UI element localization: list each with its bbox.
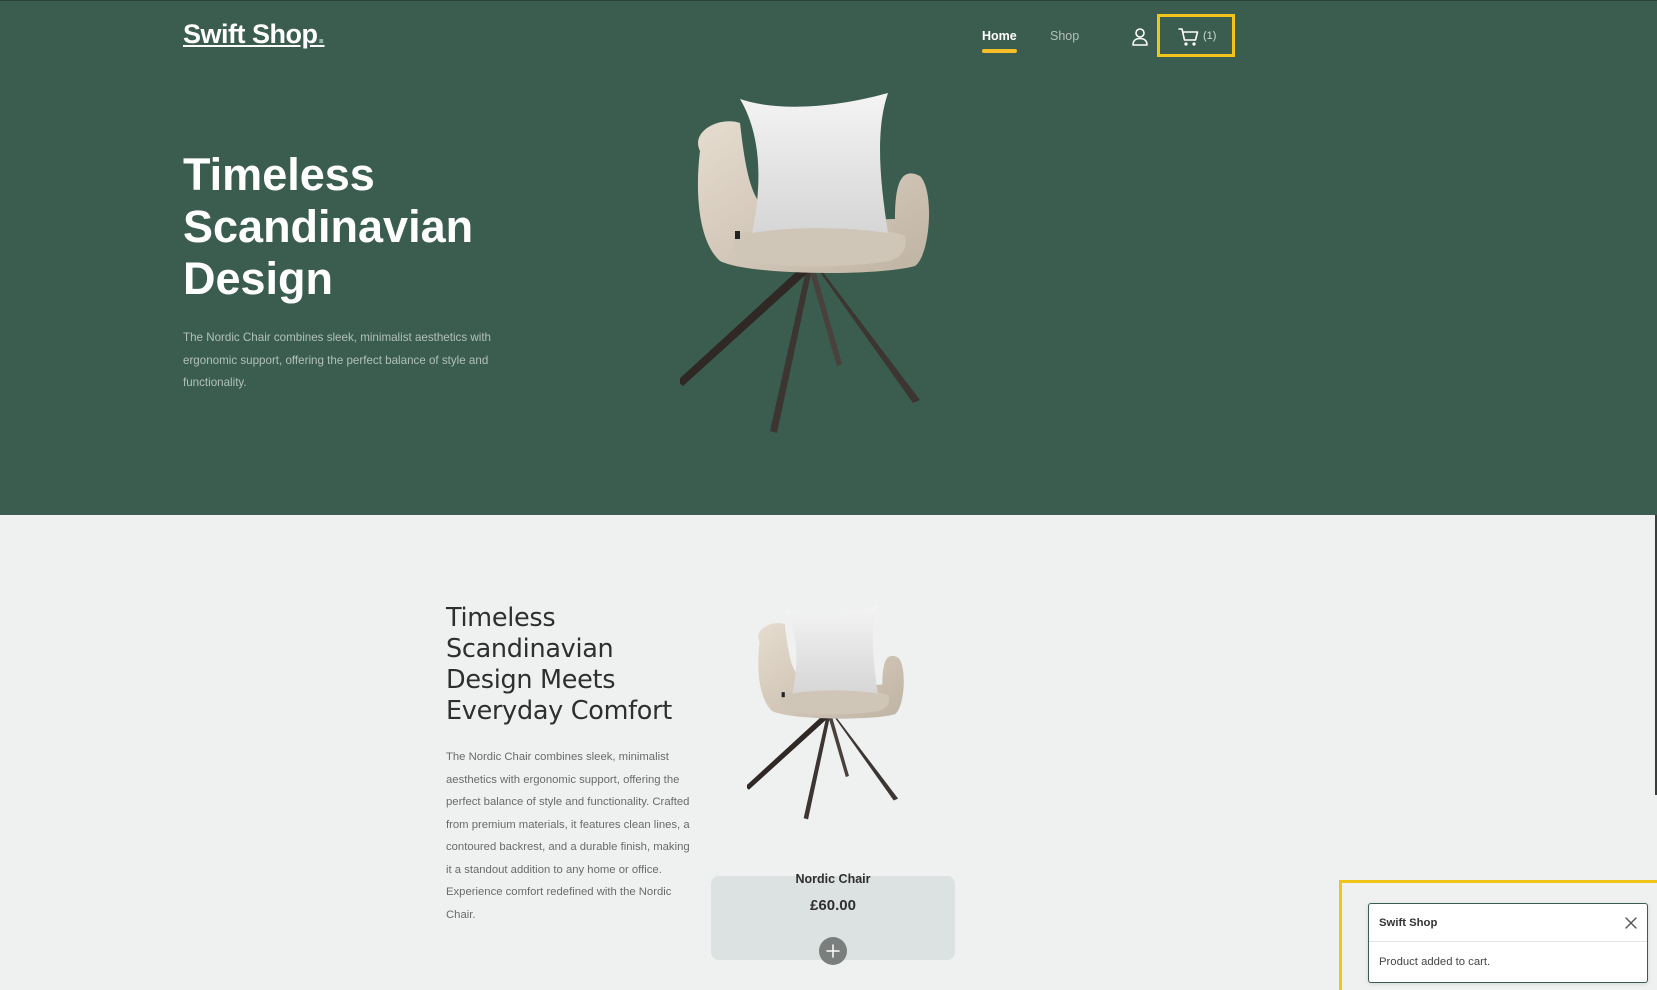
section-title: Timeless Scandinavian Design Meets Every… xyxy=(446,603,672,726)
add-to-cart-button[interactable] xyxy=(819,937,847,965)
plus-icon xyxy=(826,944,840,958)
toast-header: Swift Shop xyxy=(1369,904,1647,942)
nav-shop-link[interactable]: Shop xyxy=(1050,29,1079,43)
product-price: £60.00 xyxy=(810,897,856,914)
user-icon[interactable] xyxy=(1131,27,1149,47)
section-description: The Nordic Chair combines sleek, minimal… xyxy=(446,751,690,921)
product-chair-image xyxy=(747,605,904,820)
cart-count-badge: (1) xyxy=(1203,30,1217,42)
nav-home-link[interactable]: Home xyxy=(982,29,1017,53)
toast-title: Swift Shop xyxy=(1379,917,1438,929)
hero-chair-image xyxy=(680,93,930,433)
hero-title: Timeless Scandinavian Design xyxy=(183,149,474,304)
hero-section: Swift Shop. Home Shop (1) Timeless Scand… xyxy=(0,0,1657,515)
page: Swift Shop. Home Shop (1) Timeless Scand… xyxy=(0,0,1657,990)
hero-description: The Nordic Chair combines sleek, minimal… xyxy=(183,331,491,389)
toast-notification: Swift Shop Product added to cart. xyxy=(1368,903,1648,983)
toast-close-button[interactable] xyxy=(1623,915,1639,931)
logo-text: Swift Shop xyxy=(183,19,318,49)
close-icon xyxy=(1625,917,1637,929)
toast-message: Product added to cart. xyxy=(1379,956,1491,968)
site-logo[interactable]: Swift Shop. xyxy=(183,19,325,50)
logo-dot: . xyxy=(317,19,325,49)
cart-icon xyxy=(1178,28,1199,46)
product-name: Nordic Chair xyxy=(795,872,871,886)
cart-button[interactable]: (1) xyxy=(1157,14,1235,57)
